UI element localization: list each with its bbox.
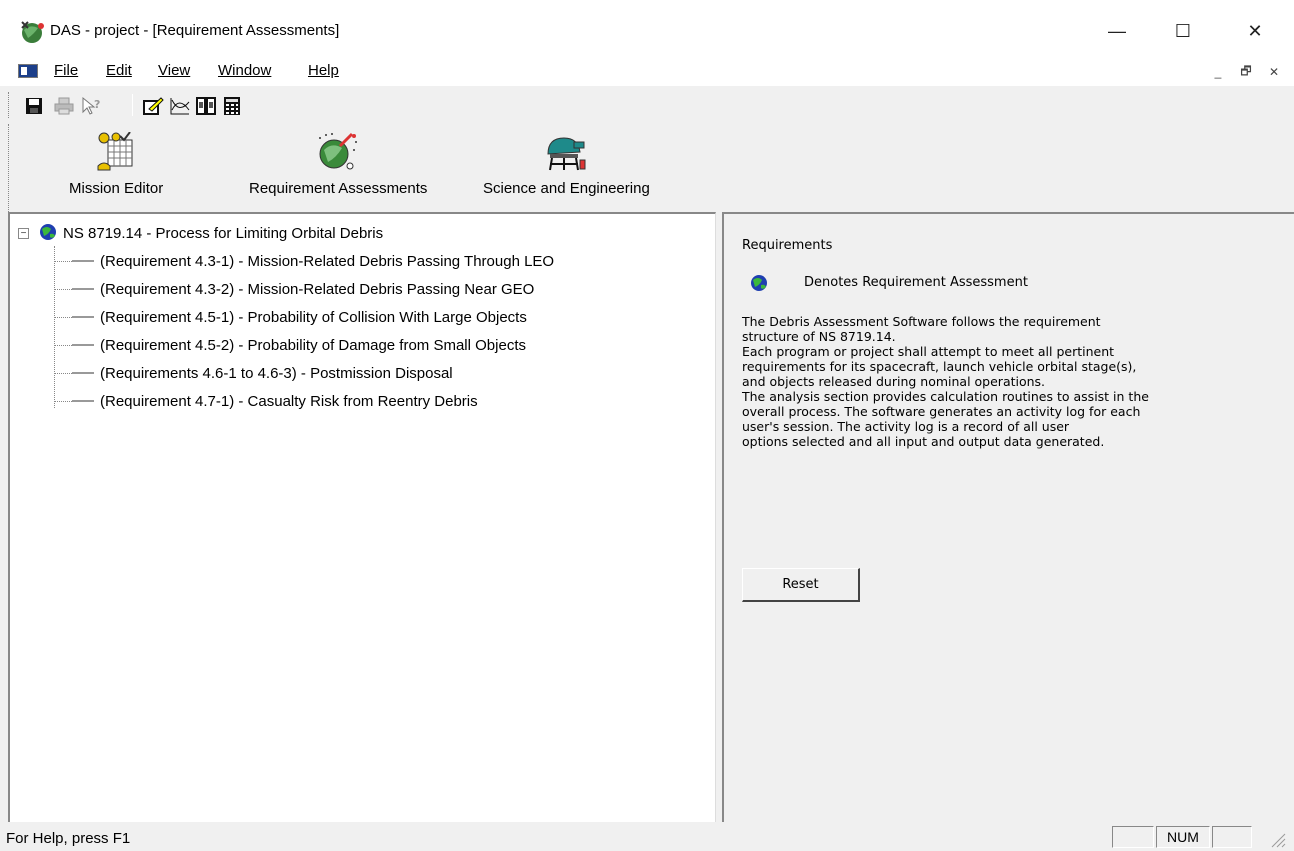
mdi-close-button[interactable]: ✕ <box>1262 62 1286 82</box>
science-engineering-button[interactable]: Science and Engineering <box>483 132 650 197</box>
tree-item[interactable]: (Requirements 4.6-1 to 4.6-3) - Postmiss… <box>54 362 453 384</box>
mission-editor-button[interactable]: Mission Editor <box>69 132 163 197</box>
mdi-restore-button[interactable]: 🗗 <box>1234 62 1258 82</box>
menu-file[interactable]: File <box>54 62 78 79</box>
menu-edit[interactable]: Edit <box>106 62 132 79</box>
title-bar: DAS - project - [Requirement Assessments… <box>0 0 1294 56</box>
collapse-toggle[interactable]: − <box>18 227 29 239</box>
tree-item[interactable]: (Requirement 4.3-2) - Mission-Related De… <box>54 278 534 300</box>
status-indicator-scroll <box>1212 826 1252 848</box>
tree-item[interactable]: (Requirement 4.5-1) - Probability of Col… <box>54 306 527 328</box>
requirements-tree: − NS 8719.14 - Process for Limiting Orbi… <box>8 212 716 822</box>
description-text: The Debris Assessment Software follows t… <box>742 314 1149 449</box>
mdi-document-icon[interactable] <box>18 64 38 78</box>
context-help-icon[interactable]: ? <box>80 94 104 118</box>
menu-view[interactable]: View <box>158 62 190 79</box>
status-help-text: For Help, press F1 <box>6 830 131 847</box>
toolbar-grip[interactable] <box>8 92 11 118</box>
tree-item[interactable]: (Requirement 4.3-1) - Mission-Related De… <box>54 250 554 272</box>
reset-button[interactable]: Reset <box>742 568 860 602</box>
save-icon[interactable] <box>22 94 46 118</box>
close-button[interactable]: ✕ <box>1232 16 1278 46</box>
tree-item-label: (Requirement 4.3-1) - Mission-Related De… <box>100 252 555 270</box>
graph-icon[interactable] <box>168 94 192 118</box>
menu-window[interactable]: Window <box>218 62 271 79</box>
requirement-assessments-button[interactable]: Requirement Assessments <box>249 132 427 197</box>
maximize-button[interactable]: ☐ <box>1160 16 1206 46</box>
tree-item-label: (Requirement 4.7-1) - Casualty Risk from… <box>100 392 478 410</box>
tree-item-label: (Requirement 4.3-2) - Mission-Related De… <box>100 280 535 298</box>
toolbar-separator <box>132 94 133 116</box>
science-engineering-label: Science and Engineering <box>483 180 650 197</box>
leaf-icon <box>72 316 94 318</box>
status-indicator-num: NUM <box>1156 826 1210 848</box>
menu-bar: File Edit View Window Help <box>0 56 1294 86</box>
app-globe-icon <box>20 20 46 44</box>
tree-item-label: (Requirement 4.5-1) - Probability of Col… <box>100 308 527 326</box>
calculator-icon[interactable] <box>220 94 244 118</box>
minimize-button[interactable]: — <box>1094 16 1140 46</box>
resize-grip-icon[interactable] <box>1266 830 1286 848</box>
globe-icon <box>750 274 768 295</box>
tree-item[interactable]: (Requirement 4.7-1) - Casualty Risk from… <box>54 390 478 412</box>
science-engineering-icon <box>547 137 586 171</box>
toolbar: ? <box>0 86 300 124</box>
leaf-icon <box>72 400 94 402</box>
tree-root[interactable]: − NS 8719.14 - Process for Limiting Orbi… <box>18 222 383 244</box>
status-indicator-caps <box>1112 826 1154 848</box>
leaf-icon <box>72 288 94 290</box>
info-panel: Requirements Denotes Requirement Assessm… <box>722 212 1294 822</box>
print-icon[interactable] <box>52 94 76 118</box>
svg-text:?: ? <box>94 98 100 111</box>
status-bar: For Help, press F1 NUM <box>0 824 1294 850</box>
mdi-minimize-button[interactable]: _ <box>1206 62 1230 82</box>
edit-icon[interactable] <box>142 94 166 118</box>
leaf-icon <box>72 372 94 374</box>
launcher-toolbar: Mission Editor Requirement Assessments S… <box>8 124 766 212</box>
leaf-icon <box>72 344 94 346</box>
requirement-assessments-label: Requirement Assessments <box>249 180 428 197</box>
mission-editor-icon <box>97 132 133 171</box>
legend-text: Denotes Requirement Assessment <box>804 275 1028 290</box>
leaf-icon <box>72 260 94 262</box>
window-title: DAS - project - [Requirement Assessments… <box>50 22 340 39</box>
mission-editor-label: Mission Editor <box>69 180 164 197</box>
panel-title: Requirements <box>742 238 833 253</box>
tree-item-label: (Requirements 4.6-1 to 4.6-3) - Postmiss… <box>100 364 453 382</box>
tree-root-label: NS 8719.14 - Process for Limiting Orbita… <box>63 224 384 242</box>
tree-item[interactable]: (Requirement 4.5-2) - Probability of Dam… <box>54 334 526 356</box>
globe-icon <box>39 223 57 244</box>
menu-help[interactable]: Help <box>308 62 339 79</box>
book-icon[interactable] <box>194 94 218 118</box>
tree-item-label: (Requirement 4.5-2) - Probability of Dam… <box>100 336 526 354</box>
requirement-assessments-icon <box>319 132 358 170</box>
